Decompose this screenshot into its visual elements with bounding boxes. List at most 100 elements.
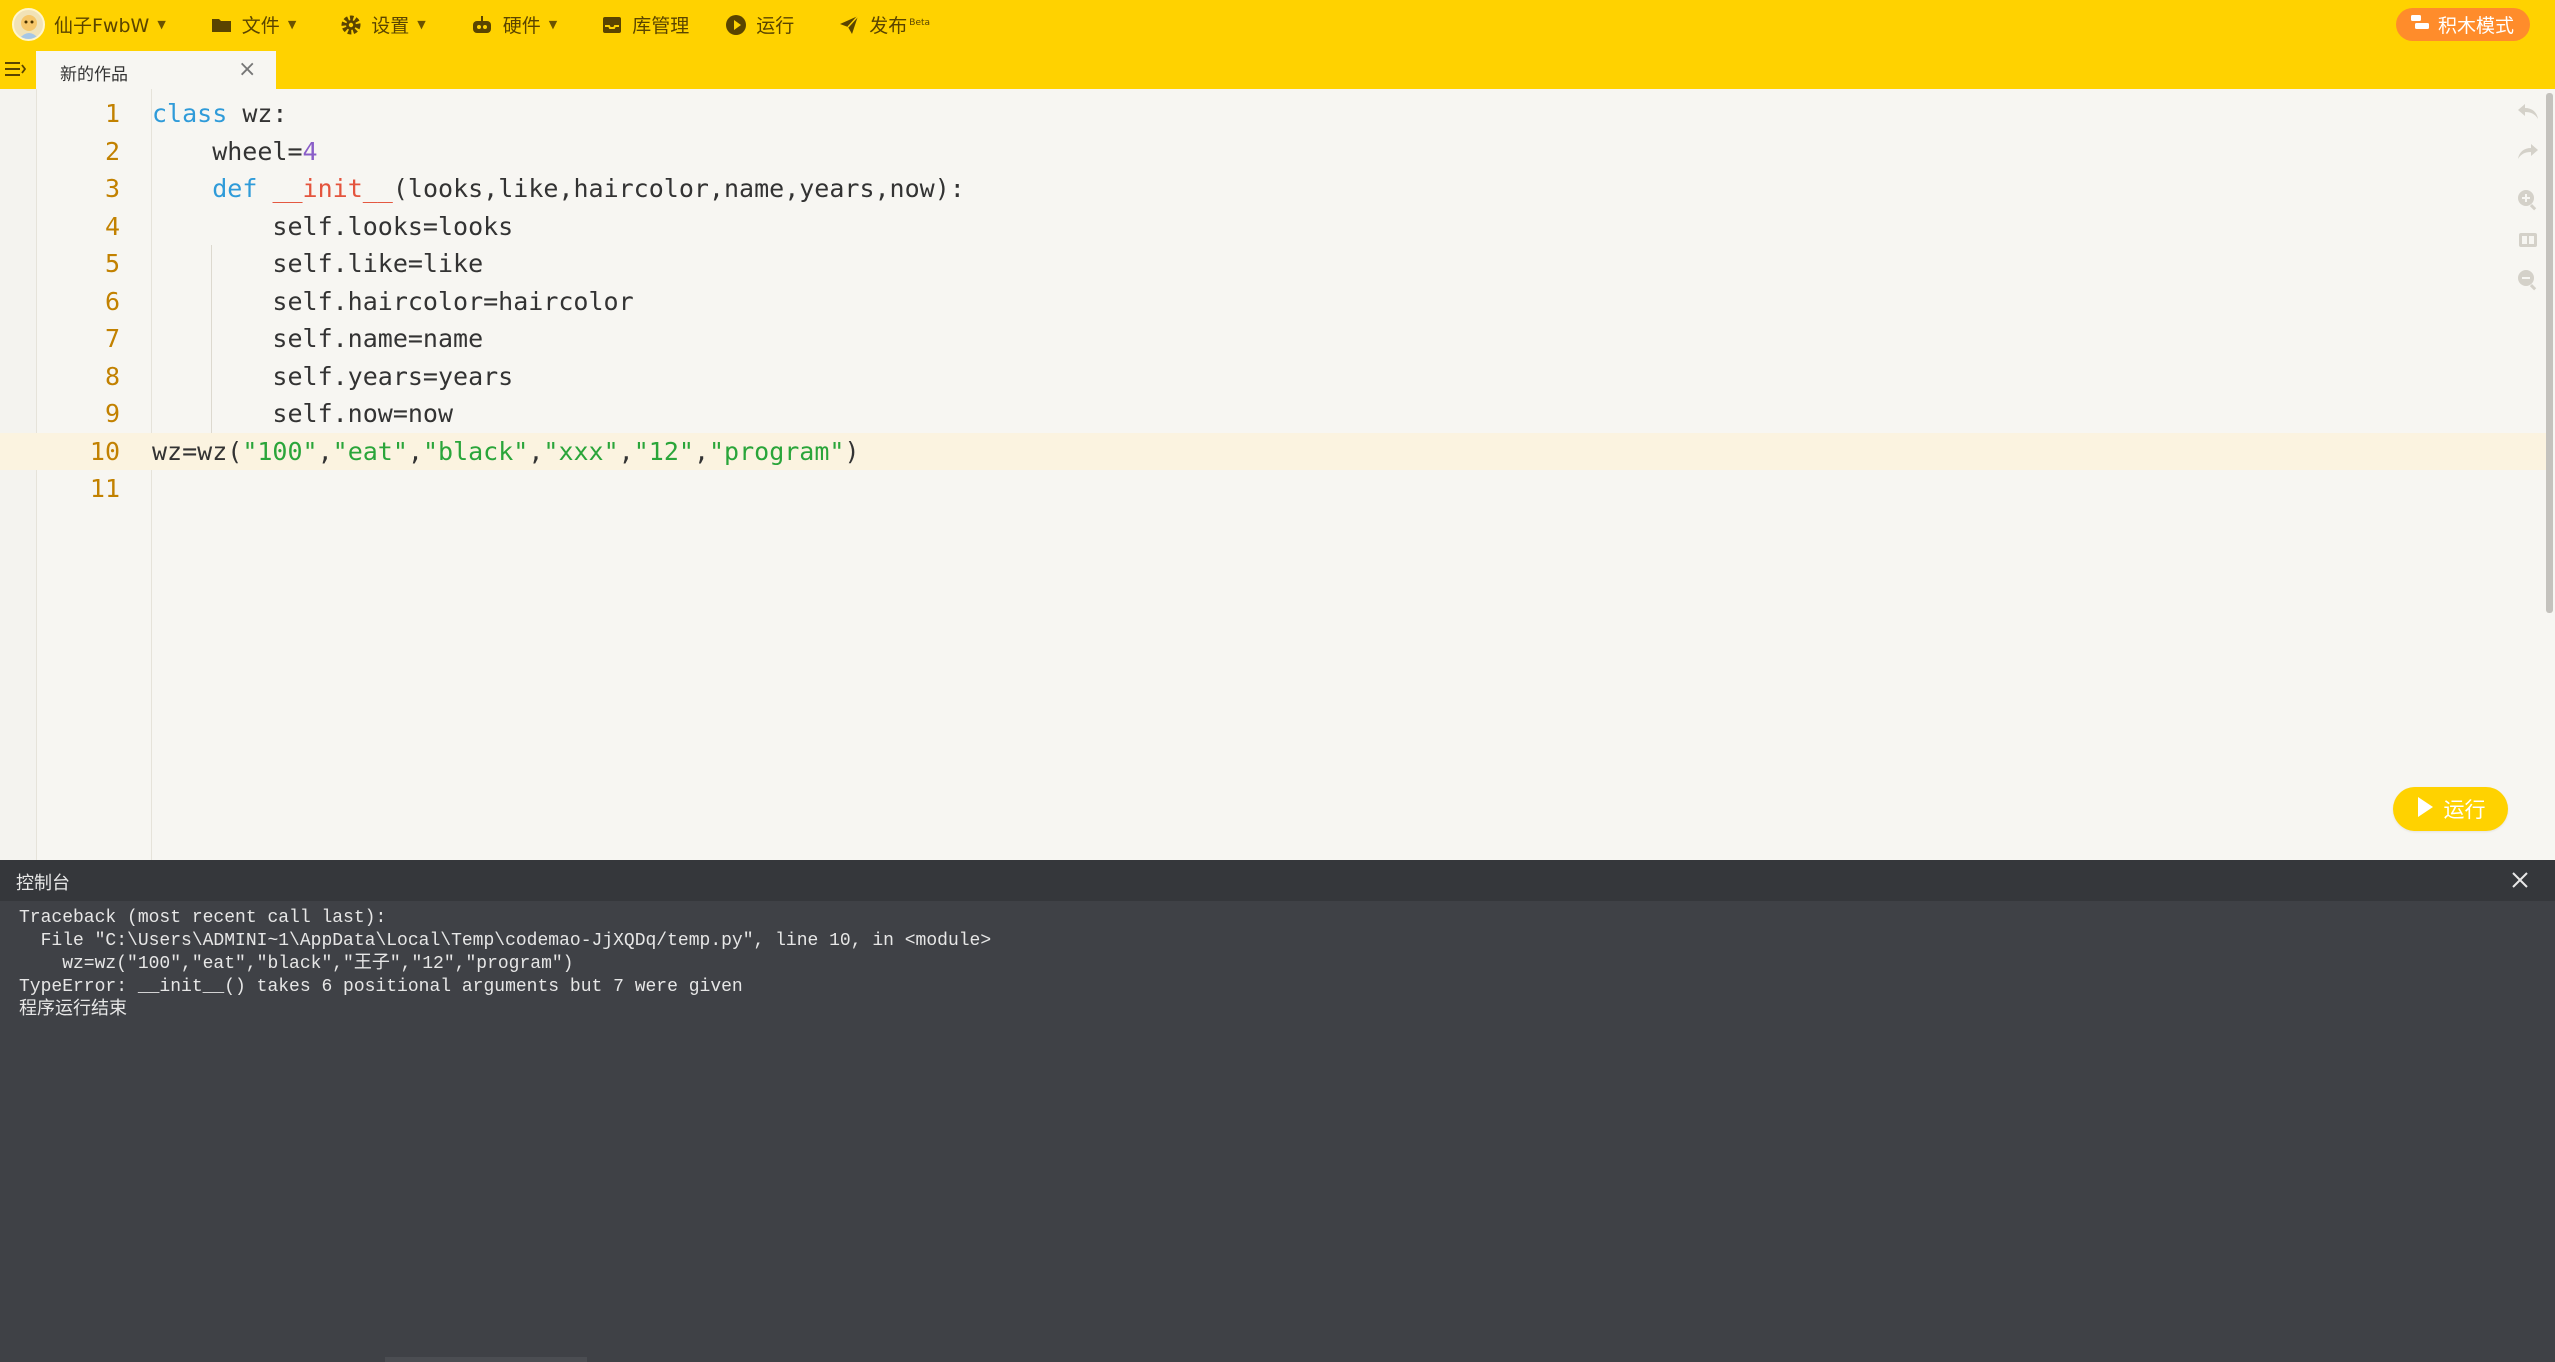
- menu-settings-label: 设置: [371, 15, 410, 37]
- menu-settings[interactable]: 设置 ▼: [340, 0, 426, 49]
- menu-run[interactable]: 运行: [725, 0, 794, 49]
- string-token: "100": [242, 436, 318, 466]
- line-number: 1: [104, 99, 120, 128]
- undo-icon[interactable]: [2515, 99, 2541, 125]
- menu-publish[interactable]: 发布 Beta: [838, 0, 930, 49]
- fit-view-icon[interactable]: [2515, 227, 2541, 253]
- robot-icon: [470, 15, 494, 35]
- top-toolbar: 仙子FwbW ▼ 文件 ▼ 设置 ▼ 硬件 ▼ 库管理 运行 发布 Beta 积…: [0, 0, 2555, 49]
- console-panel: 控制台 Traceback (most recent call last): F…: [0, 860, 2555, 1362]
- code-line[interactable]: 4 self.looks=looks: [0, 208, 2550, 246]
- code-text: self.name=name: [152, 324, 484, 353]
- inbox-icon: [601, 15, 623, 35]
- console-line: File "C:\Users\ADMINI~1\AppData\Local\Te…: [19, 931, 992, 951]
- line-number: 5: [104, 249, 120, 278]
- avatar: [12, 8, 45, 41]
- code-text: self.years=years: [152, 361, 514, 391]
- chevron-down-icon: ▼: [287, 18, 297, 31]
- code-text: self.looks=looks: [152, 211, 514, 241]
- console-line: 程序运行结束: [19, 1000, 127, 1020]
- run-button-label: 运行: [2443, 798, 2486, 822]
- menu-lines-icon: [5, 62, 27, 76]
- tab-new-work[interactable]: 新的作品 ×: [36, 51, 276, 89]
- code-line[interactable]: 3 def __init__(looks,like,haircolor,name…: [0, 170, 2550, 208]
- code-line[interactable]: 1 class wz:: [0, 95, 2550, 133]
- code-text: class wz:: [152, 99, 288, 128]
- string-token: "program": [709, 436, 845, 466]
- menu-run-label: 运行: [756, 15, 795, 37]
- block-mode-button[interactable]: 积木模式: [2395, 8, 2530, 41]
- console-output: Traceback (most recent call last): File …: [19, 907, 991, 1022]
- line-number: 6: [104, 286, 120, 316]
- console-line: wz=wz("100","eat","black","王子","12","pro…: [19, 954, 574, 974]
- paper-plane-icon: [838, 14, 860, 36]
- code-line[interactable]: 6 self.haircolor=haircolor: [0, 283, 2550, 321]
- folder-icon: [211, 16, 233, 34]
- menu-library-label: 库管理: [632, 15, 690, 37]
- keyword-token: class: [152, 99, 228, 128]
- code-text: def __init__(looks,like,haircolor,name,y…: [212, 174, 965, 203]
- sidebar-toggle-button[interactable]: [4, 59, 27, 79]
- code-line[interactable]: 5 self.like=like: [0, 245, 2550, 283]
- chevron-down-icon: ▼: [157, 18, 166, 31]
- function-name-token: __init__: [272, 174, 393, 203]
- string-token: "black": [422, 436, 529, 466]
- editor-side-tools: [2510, 99, 2550, 399]
- line-number: 4: [104, 211, 120, 241]
- editor-scrollbar[interactable]: [2546, 93, 2553, 613]
- run-button[interactable]: 运行: [2393, 787, 2508, 831]
- zoom-out-icon[interactable]: [2515, 267, 2541, 293]
- console-scrollbar[interactable]: [385, 1357, 587, 1362]
- menu-library[interactable]: 库管理: [601, 0, 689, 49]
- code-text: wheel=4: [152, 136, 318, 166]
- console-line: Traceback (most recent call last):: [19, 908, 387, 928]
- line-number: 10: [89, 436, 120, 466]
- chevron-down-icon: ▼: [417, 18, 426, 31]
- code-line[interactable]: 2 wheel=4: [0, 133, 2550, 171]
- line-number: 3: [104, 174, 120, 203]
- user-menu[interactable]: 仙子FwbW ▼: [12, 0, 166, 49]
- tab-bar: 新的作品 ×: [0, 49, 2555, 89]
- line-number: 8: [104, 361, 120, 391]
- user-name: 仙子FwbW: [54, 15, 150, 37]
- code-editor[interactable]: 1 class wz: 2 wheel=4 3 def __init__(looks,…: [0, 89, 2555, 860]
- play-icon: [2416, 796, 2434, 823]
- code-text: self.haircolor=haircolor: [152, 286, 634, 316]
- main-menu: 仙子FwbW ▼ 文件 ▼ 设置 ▼ 硬件 ▼ 库管理 运行 发布 Beta: [0, 0, 930, 49]
- code-text: wz=wz("100","eat","black","xxx","12","pr…: [152, 436, 860, 466]
- string-token: "xxx": [543, 436, 619, 466]
- gear-icon: [340, 14, 362, 36]
- line-number: 11: [89, 474, 120, 503]
- code-line[interactable]: 8 self.years=years: [0, 358, 2550, 396]
- close-icon[interactable]: [2508, 868, 2532, 892]
- console-header: 控制台: [0, 860, 2555, 901]
- code-text: self.like=like: [152, 249, 484, 278]
- code-area[interactable]: 1 class wz: 2 wheel=4 3 def __init__(looks,…: [0, 95, 2550, 508]
- string-token: "12": [633, 436, 694, 466]
- block-mode-label: 积木模式: [2437, 15, 2514, 37]
- tab-close-icon[interactable]: ×: [238, 56, 256, 84]
- console-title: 控制台: [16, 873, 70, 894]
- play-circle-icon: [725, 14, 747, 36]
- menu-file[interactable]: 文件 ▼: [211, 0, 296, 49]
- code-line[interactable]: 7 self.name=name: [0, 320, 2550, 358]
- chevron-down-icon: ▼: [548, 18, 558, 31]
- menu-file-label: 文件: [241, 15, 280, 37]
- redo-icon[interactable]: [2515, 139, 2541, 165]
- keyword-token: def: [212, 174, 258, 203]
- tab-title: 新的作品: [60, 65, 128, 85]
- menu-publish-label: 发布: [869, 15, 908, 37]
- console-line: TypeError: __init__() takes 6 positional…: [19, 977, 743, 997]
- code-line[interactable]: 10 wz=wz("100","eat","black","xxx","12","…: [0, 432, 2550, 470]
- number-token: 4: [302, 136, 318, 166]
- line-number: 9: [104, 399, 120, 428]
- zoom-in-icon[interactable]: [2515, 187, 2541, 213]
- line-number: 7: [104, 324, 120, 353]
- menu-hardware-label: 硬件: [502, 15, 541, 37]
- code-line[interactable]: 9 self.now=now: [0, 395, 2550, 433]
- menu-hardware[interactable]: 硬件 ▼: [470, 0, 557, 49]
- code-line[interactable]: 11: [0, 470, 2550, 508]
- beta-badge: Beta: [909, 17, 931, 28]
- line-number: 2: [104, 136, 120, 166]
- code-text: self.now=now: [152, 399, 454, 428]
